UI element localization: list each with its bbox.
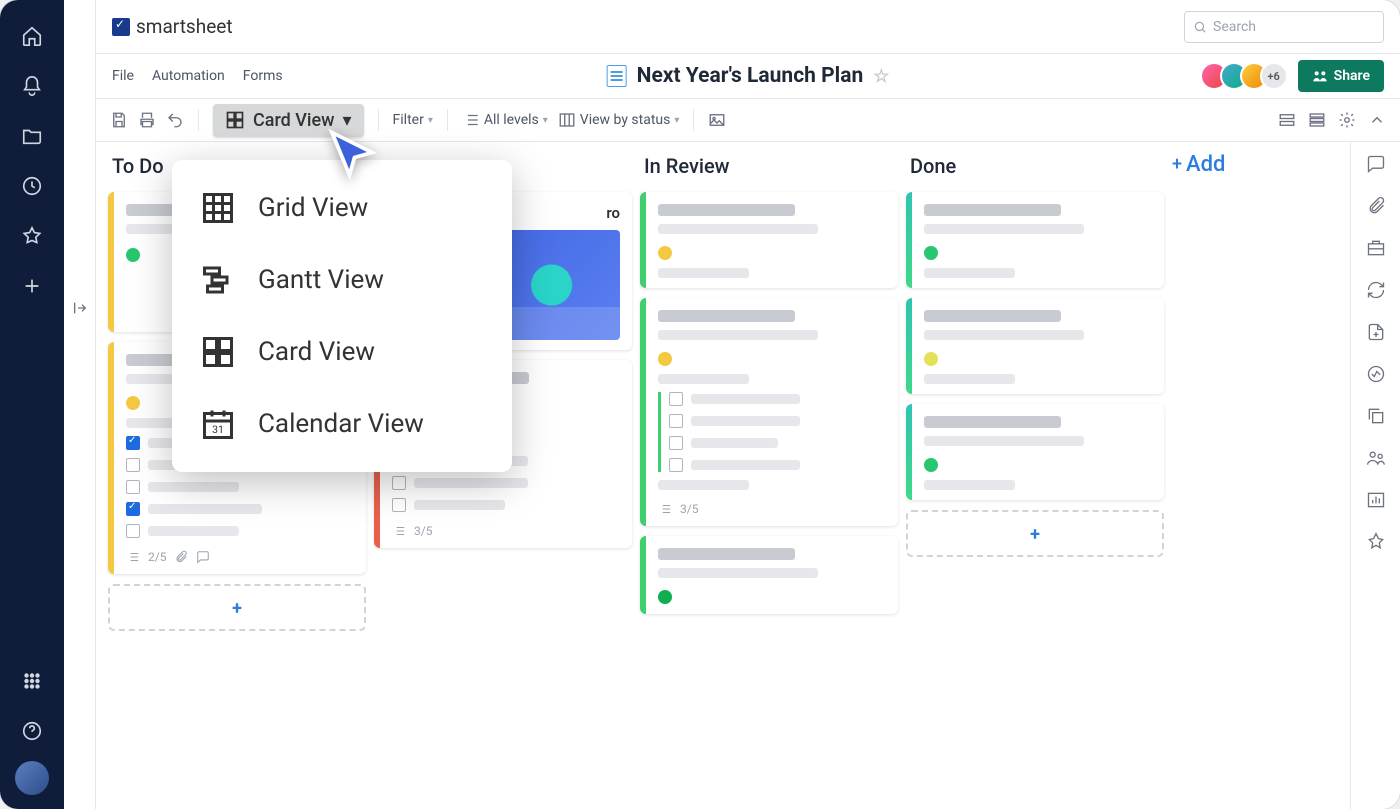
row-view-icon[interactable] xyxy=(1278,111,1296,129)
doc-title[interactable]: Next Year's Launch Plan ☆ xyxy=(607,64,890,88)
menu-forms[interactable]: Forms xyxy=(243,68,283,84)
comment-icon xyxy=(196,550,210,564)
gantt-icon xyxy=(200,262,236,298)
brand-logo[interactable]: smartsheet xyxy=(112,15,233,38)
help-icon[interactable] xyxy=(12,711,52,751)
folder-icon[interactable] xyxy=(12,116,52,156)
list-icon xyxy=(462,111,480,129)
card[interactable] xyxy=(640,192,898,288)
column-in-review: In Review xyxy=(640,152,898,799)
pin-icon[interactable] xyxy=(1366,532,1386,552)
view-option-gantt[interactable]: Gantt View xyxy=(172,244,512,316)
save-icon[interactable] xyxy=(110,111,128,129)
search-placeholder: Search xyxy=(1213,19,1256,35)
activity-icon[interactable] xyxy=(1366,364,1386,384)
add-column-button[interactable]: + Add xyxy=(1172,152,1292,177)
card[interactable]: 3/5 xyxy=(640,298,898,526)
compact-view-icon[interactable] xyxy=(1308,111,1326,129)
column-title: Done xyxy=(906,152,1164,182)
menu-file[interactable]: File xyxy=(112,68,134,84)
card[interactable] xyxy=(906,192,1164,288)
copy-icon[interactable] xyxy=(1366,406,1386,426)
cursor-pointer xyxy=(322,125,382,189)
brand-text: smartsheet xyxy=(136,15,233,38)
column-title: In Review xyxy=(640,152,898,182)
view-option-calendar[interactable]: 31 Calendar View xyxy=(172,388,512,460)
collaborator-avatars[interactable]: +6 xyxy=(1208,62,1288,90)
doc-title-text: Next Year's Launch Plan xyxy=(637,64,864,88)
add-card-button[interactable]: + xyxy=(906,510,1164,557)
favorites-icon[interactable] xyxy=(12,216,52,256)
sheet-icon xyxy=(607,65,627,87)
list-icon xyxy=(658,502,672,516)
chevron-up-icon[interactable] xyxy=(1368,111,1386,129)
bell-icon[interactable] xyxy=(12,66,52,106)
card[interactable] xyxy=(640,536,898,614)
list-icon xyxy=(126,550,140,564)
logo-mark-icon xyxy=(112,18,130,36)
recents-icon[interactable] xyxy=(12,166,52,206)
add-card-button[interactable]: + xyxy=(108,584,366,631)
share-button[interactable]: Share xyxy=(1298,60,1384,92)
view-by-button[interactable]: View by status▾ xyxy=(558,111,680,129)
calendar-icon: 31 xyxy=(200,406,236,442)
card[interactable] xyxy=(906,298,1164,394)
collapse-rail xyxy=(64,0,96,809)
grid-icon xyxy=(200,190,236,226)
view-option-card[interactable]: Card View xyxy=(172,316,512,388)
levels-button[interactable]: All levels▾ xyxy=(462,111,548,129)
user-avatar[interactable] xyxy=(15,761,49,795)
search-input[interactable]: Search xyxy=(1184,11,1384,43)
list-icon xyxy=(392,524,406,538)
file-plus-icon[interactable] xyxy=(1366,322,1386,342)
create-icon[interactable] xyxy=(12,266,52,306)
svg-text:31: 31 xyxy=(212,423,224,436)
comment-icon[interactable] xyxy=(1366,154,1386,174)
card[interactable] xyxy=(906,404,1164,500)
expand-rail-icon[interactable] xyxy=(72,300,88,320)
card-title: ro xyxy=(606,204,620,222)
left-nav xyxy=(0,0,64,809)
card-view-icon xyxy=(225,110,245,130)
briefcase-icon[interactable] xyxy=(1366,238,1386,258)
columns-icon xyxy=(558,111,576,129)
search-icon xyxy=(1193,20,1207,34)
print-icon[interactable] xyxy=(138,111,156,129)
people-icon[interactable] xyxy=(1366,448,1386,468)
column-done: Done xyxy=(906,152,1164,799)
card-icon xyxy=(200,334,236,370)
filter-button[interactable]: Filter▾ xyxy=(393,112,433,128)
chart-icon[interactable] xyxy=(1366,490,1386,510)
people-icon xyxy=(1312,68,1328,84)
attachment-icon[interactable] xyxy=(1366,196,1386,216)
undo-icon[interactable] xyxy=(166,111,184,129)
right-rail xyxy=(1350,142,1400,809)
apps-icon[interactable] xyxy=(12,661,52,701)
menu-automation[interactable]: Automation xyxy=(152,68,225,84)
refresh-icon[interactable] xyxy=(1366,280,1386,300)
star-icon[interactable]: ☆ xyxy=(873,66,889,87)
image-icon[interactable] xyxy=(708,111,726,129)
home-icon[interactable] xyxy=(12,16,52,56)
view-switcher-dropdown: Grid View Gantt View Card View 31 Calend… xyxy=(172,160,512,472)
gear-icon[interactable] xyxy=(1338,111,1356,129)
attachment-icon xyxy=(174,550,188,564)
avatar-overflow[interactable]: +6 xyxy=(1260,62,1288,90)
